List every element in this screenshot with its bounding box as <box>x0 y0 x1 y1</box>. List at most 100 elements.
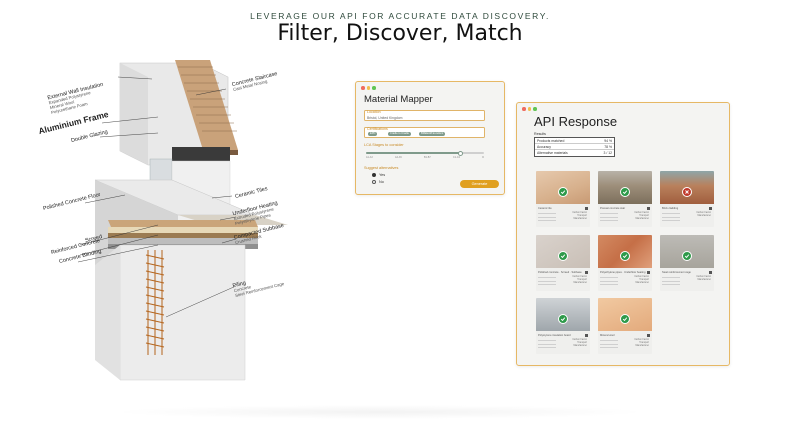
info-icon[interactable] <box>585 271 588 274</box>
maximize-dot[interactable] <box>372 86 376 90</box>
certifications-field[interactable]: Certifications EPD Cradle to Cradle BREE… <box>364 127 485 138</box>
material-card[interactable]: Polished concrete · Screed · Subbase Carb… <box>536 235 590 291</box>
material-card[interactable]: Mineral wool Carbon Factor Transport Manufa… <box>598 298 652 354</box>
material-meta-item: Manufacturer <box>697 214 711 217</box>
radio-no-indicator[interactable] <box>372 180 376 184</box>
lca-slider-handle[interactable] <box>457 150 463 156</box>
material-meta: Carbon Factor Manufacturer <box>696 212 711 218</box>
api-response-title: API Response <box>534 114 618 129</box>
minimize-dot[interactable] <box>527 107 531 111</box>
material-meta: Carbon Factor Transport Manufacturer <box>572 339 587 348</box>
api-response-window: API Response Results Products matched 94 … <box>516 102 730 366</box>
lca-tick: A1-A3 <box>366 156 373 159</box>
check-icon <box>558 251 568 261</box>
info-icon[interactable] <box>647 271 650 274</box>
lca-stages-label: LCA Stages to consider <box>364 143 404 147</box>
location-label: Location <box>367 110 381 114</box>
chip-cradle-to-cradle[interactable]: Cradle to Cradle <box>388 131 411 136</box>
close-dot[interactable] <box>361 86 365 90</box>
ground-shadow <box>110 405 650 419</box>
check-icon <box>558 187 568 197</box>
material-meta-item: Manufacturer <box>635 281 649 284</box>
info-icon[interactable] <box>709 207 712 210</box>
window-controls <box>522 107 537 111</box>
check-icon <box>620 251 630 261</box>
minimize-dot[interactable] <box>366 86 370 90</box>
card-divider-lines <box>662 277 680 288</box>
card-divider-lines <box>662 213 680 224</box>
card-divider-lines <box>600 340 618 351</box>
material-meta: Carbon Factor Transport Manufacturer <box>634 212 649 221</box>
radio-yes[interactable]: Yes <box>372 173 385 177</box>
material-meta-item: Manufacturer <box>697 278 711 281</box>
radio-yes-indicator[interactable] <box>372 173 376 177</box>
material-name: Mineral wool <box>600 334 615 337</box>
material-card[interactable]: Ceramic tile Carbon Factor Transport Manufa… <box>536 171 590 227</box>
material-card[interactable]: Brick cladding Carbon Factor Manufacturer <box>660 171 714 227</box>
info-icon[interactable] <box>647 207 650 210</box>
eyebrow-text: LEVERAGE OUR API FOR ACCURATE DATA DISCO… <box>250 11 550 21</box>
material-meta: Carbon Factor Transport Manufacturer <box>572 276 587 285</box>
lca-tick: A4-A5 <box>395 156 402 159</box>
material-name: Precast concrete stair <box>600 207 626 210</box>
close-dot[interactable] <box>522 107 526 111</box>
results-row: Alternative materials 3 / 12 <box>537 150 612 155</box>
close-icon <box>682 187 692 197</box>
material-meta-item: Manufacturer <box>573 217 587 220</box>
material-meta-item: Manufacturer <box>635 217 649 220</box>
card-divider-lines <box>538 340 556 351</box>
lca-stages-slider[interactable] <box>366 150 484 156</box>
check-icon <box>682 251 692 261</box>
material-card[interactable]: Steel reinforcement cage Carbon Factor Man… <box>660 235 714 291</box>
radio-no[interactable]: No <box>372 180 384 184</box>
material-card[interactable]: Polystyrene insulation board Carbon Facto… <box>536 298 590 354</box>
check-icon <box>558 314 568 324</box>
material-name: Ceramic tile <box>538 207 552 210</box>
generate-button[interactable]: Generate <box>460 180 499 188</box>
material-card[interactable]: Polyethylene pipes · Underfloor heating C… <box>598 235 652 291</box>
results-label: Results <box>534 132 546 136</box>
material-name: Polyethylene pipes · Underfloor heating <box>600 271 646 274</box>
material-name: Polystyrene insulation board <box>538 334 571 337</box>
suggest-alternatives-label: Suggest alternatives <box>364 166 399 170</box>
material-meta-item: Manufacturer <box>573 281 587 284</box>
material-meta: Carbon Factor Transport Manufacturer <box>572 212 587 221</box>
radio-yes-label: Yes <box>379 173 386 177</box>
material-meta: Carbon Factor Manufacturer <box>696 276 711 282</box>
window-controls <box>361 86 376 90</box>
check-icon <box>620 314 630 324</box>
material-mapper-window: Material Mapper Location Bristol, United… <box>355 81 505 195</box>
card-divider-lines <box>600 213 618 224</box>
material-meta-item: Manufacturer <box>635 344 649 347</box>
card-divider-lines <box>538 277 556 288</box>
material-card[interactable]: Precast concrete stair Carbon Factor Trans… <box>598 171 652 227</box>
chip-breeam[interactable]: BREEAM Excellent <box>419 131 446 136</box>
maximize-dot[interactable] <box>533 107 537 111</box>
material-meta: Carbon Factor Transport Manufacturer <box>634 276 649 285</box>
radio-no-label: No <box>379 180 384 184</box>
location-field[interactable]: Location Bristol, United Kingdom <box>364 110 485 121</box>
info-icon[interactable] <box>647 334 650 337</box>
card-divider-lines <box>600 277 618 288</box>
material-name: Brick cladding <box>662 207 679 210</box>
location-value: Bristol, United Kingdom <box>367 115 403 120</box>
lca-tick: D <box>482 156 484 159</box>
material-meta: Carbon Factor Transport Manufacturer <box>634 339 649 348</box>
material-meta-item: Manufacturer <box>573 344 587 347</box>
lca-tick: C1-C4 <box>453 156 460 159</box>
lca-tick: B1-B7 <box>424 156 431 159</box>
results-table: Products matched 94 % Accuracy 78 % Altern… <box>534 137 615 157</box>
info-icon[interactable] <box>585 207 588 210</box>
lca-slider-fill <box>366 152 461 154</box>
material-name: Steel reinforcement cage <box>662 271 691 274</box>
page-headline: Filter, Discover, Match <box>277 21 523 46</box>
chip-epd[interactable]: EPD <box>368 131 378 136</box>
info-icon[interactable] <box>709 271 712 274</box>
building-section-diagram: External Wall Insulation Expanded Polyst… <box>0 55 340 395</box>
card-divider-lines <box>538 213 556 224</box>
material-name: Polished concrete · Screed · Subbase <box>538 271 582 274</box>
info-icon[interactable] <box>585 334 588 337</box>
lca-ticks: A1-A3 A4-A5 B1-B7 C1-C4 D <box>366 156 484 159</box>
material-mapper-title: Material Mapper <box>364 94 433 105</box>
certifications-label: Certifications <box>367 127 388 131</box>
